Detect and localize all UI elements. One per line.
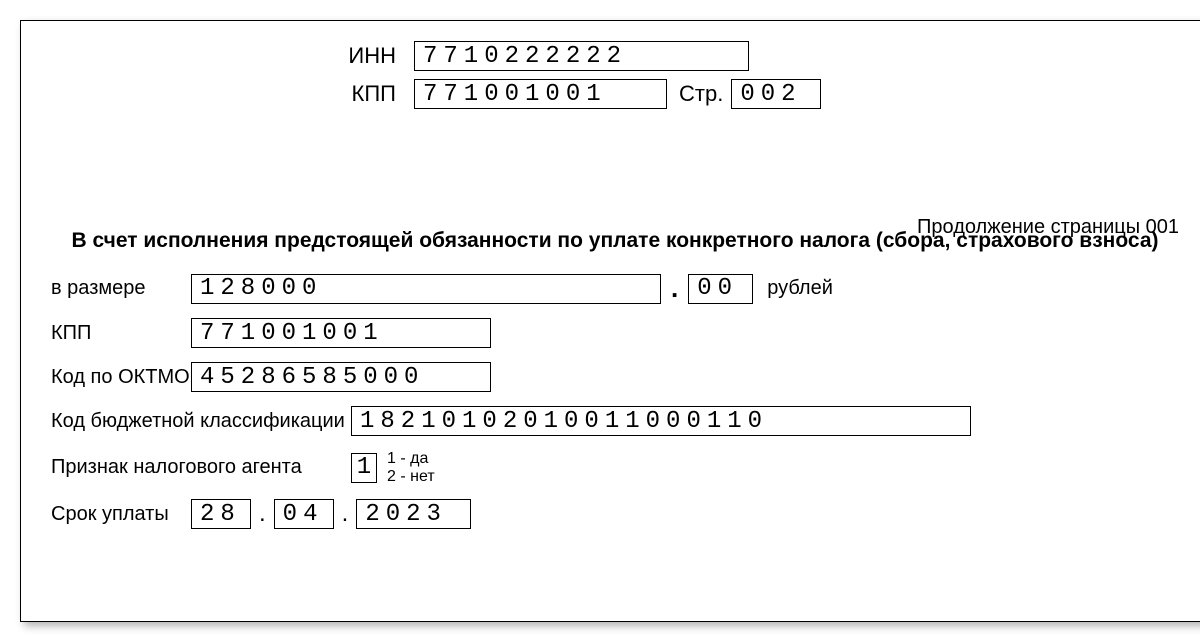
kopecks-value-box: 00 [688,274,753,304]
oktmo-row: Код по ОКТМО 45286585000 [51,362,1179,392]
agent-legend: 1 - да 2 - нет [387,450,435,485]
amount-dot: . [671,273,678,304]
due-date-day-box: 28 [191,499,251,529]
currency-label: рублей [767,277,833,300]
page-value-box: 002 [731,79,821,109]
kbk-label: Код бюджетной классификации [51,410,351,433]
kpp2-value-box: 771001001 [191,318,491,348]
amount-label: в размере [51,277,191,300]
agent-legend-1: 1 - да [387,450,435,468]
agent-row: Признак налогового агента 1 1 - да 2 - н… [51,450,1179,485]
kpp2-label: КПП [51,322,191,345]
kpp-header-value-box: 771001001 [414,79,667,109]
tax-form-page: ИНН 7710222222 КПП 771001001 Стр. 002 Пр… [20,20,1200,622]
kpp-header-row: КПП 771001001 Стр. 002 [51,79,1179,109]
kpp2-row: КПП 771001001 [51,318,1179,348]
kpp-header-label: КПП [336,81,396,107]
due-date-row: Срок уплаты 28 . 04 . 2023 [51,499,1179,529]
due-date-sep1: . [259,500,266,528]
amount-row: в размере 128000 . 00 рублей [51,273,1179,304]
agent-legend-2: 2 - нет [387,468,435,486]
inn-label: ИНН [336,43,396,69]
agent-label: Признак налогового агента [51,456,351,479]
inn-value-box: 7710222222 [414,41,749,71]
due-date-year-box: 2023 [356,499,471,529]
oktmo-label: Код по ОКТМО [51,366,191,389]
due-date-sep2: . [342,500,349,528]
due-date-label: Срок уплаты [51,503,191,526]
amount-value-box: 128000 [191,274,661,304]
kbk-row: Код бюджетной классификации 182101020100… [51,406,1179,436]
page-label: Стр. [679,81,723,107]
inn-row: ИНН 7710222222 [51,41,1179,71]
kbk-value-box: 18210102010011000110 [351,406,971,436]
oktmo-value-box: 45286585000 [191,362,491,392]
agent-value-box: 1 [351,453,377,483]
continuation-text: Продолжение страницы 001 [917,216,1179,239]
due-date-month-box: 04 [274,499,334,529]
